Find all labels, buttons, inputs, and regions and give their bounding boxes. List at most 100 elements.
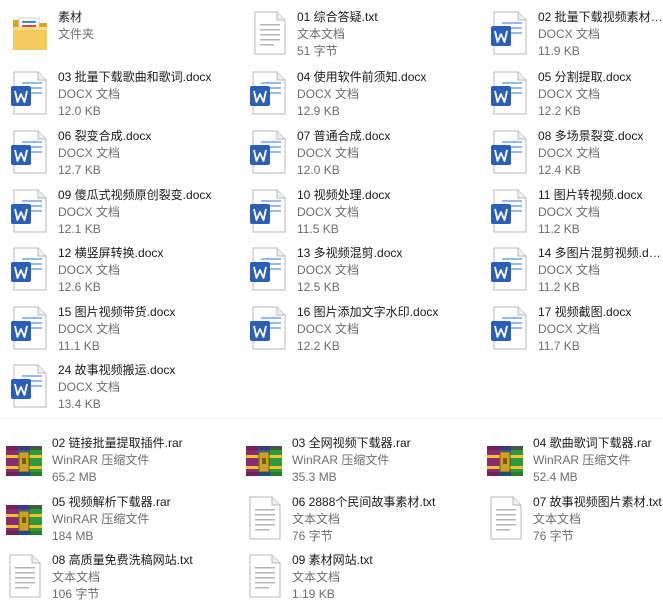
file-item[interactable]: 14 多图片混剪视频.docx DOCX 文档 11.2 KB <box>486 244 663 298</box>
file-details: 17 视频截图.docx DOCX 文档 11.7 KB <box>538 304 663 355</box>
file-item[interactable]: 03 批量下载歌曲和歌词.docx DOCX 文档 12.0 KB <box>6 68 221 122</box>
file-details: 24 故事视频搬运.docx DOCX 文档 13.4 KB <box>58 362 221 413</box>
file-item[interactable]: 03 全网视频下载器.rar WinRAR 压缩文件 35.3 MB <box>240 434 455 488</box>
file-name: 07 普通合成.docx <box>297 129 391 143</box>
file-size: 11.1 KB <box>58 339 100 353</box>
word-doc-icon <box>490 305 530 351</box>
file-item[interactable]: 09 傻瓜式视频原创裂变.docx DOCX 文档 12.1 KB <box>6 186 221 240</box>
file-type: WinRAR 压缩文件 <box>52 512 150 526</box>
file-size: 65.2 MB <box>52 470 97 484</box>
file-type: 文本文档 <box>297 27 346 41</box>
file-item[interactable]: 07 普通合成.docx DOCX 文档 12.0 KB <box>245 127 460 181</box>
file-size: 12.2 KB <box>538 104 581 118</box>
file-item[interactable]: 07 故事视频图片素材.txt 文本文档 76 字节 <box>481 493 663 547</box>
file-type: DOCX 文档 <box>538 146 601 160</box>
file-size: 35.3 MB <box>292 470 337 484</box>
file-type: 文本文档 <box>52 570 101 584</box>
file-item[interactable]: 08 多场景裂变.docx DOCX 文档 12.4 KB <box>486 127 663 181</box>
file-item[interactable]: 09 素材网站.txt 文本文档 1.19 KB <box>240 551 455 605</box>
file-item[interactable]: 10 视频处理.docx DOCX 文档 11.5 KB <box>245 186 460 240</box>
file-size: 52.4 MB <box>533 470 578 484</box>
word-doc-icon <box>249 70 289 116</box>
text-file-icon <box>4 553 44 599</box>
file-item[interactable]: 04 使用软件前须知.docx DOCX 文档 12.9 KB <box>245 68 460 122</box>
word-doc-icon <box>10 305 50 351</box>
file-type: DOCX 文档 <box>58 263 121 277</box>
file-details: 12 横竖屏转换.docx DOCX 文档 12.6 KB <box>58 245 221 296</box>
word-doc-icon <box>249 188 289 234</box>
file-type: WinRAR 压缩文件 <box>52 453 150 467</box>
file-type: DOCX 文档 <box>538 322 601 336</box>
file-size: 51 字节 <box>297 44 338 58</box>
file-details: 07 普通合成.docx DOCX 文档 12.0 KB <box>297 128 460 179</box>
file-type: DOCX 文档 <box>58 146 121 160</box>
file-item[interactable]: 02 链接批量提取插件.rar WinRAR 压缩文件 65.2 MB <box>0 434 215 488</box>
file-type: DOCX 文档 <box>58 87 121 101</box>
file-name: 13 多视频混剪.docx <box>297 246 403 260</box>
file-item[interactable]: 17 视频截图.docx DOCX 文档 11.7 KB <box>486 303 663 357</box>
file-item[interactable]: 06 2888个民间故事素材.txt 文本文档 76 字节 <box>240 493 455 547</box>
file-size: 13.4 KB <box>58 397 101 411</box>
file-name: 24 故事视频搬运.docx <box>58 363 176 377</box>
file-size: 12.5 KB <box>297 280 340 294</box>
file-name: 08 高质量免费洗稿网站.txt <box>52 553 193 567</box>
file-size: 1.19 KB <box>292 587 335 601</box>
file-name: 07 故事视频图片素材.txt <box>533 495 662 509</box>
file-name: 10 视频处理.docx <box>297 188 391 202</box>
file-name: 11 图片转视频.docx <box>538 188 643 202</box>
file-type: DOCX 文档 <box>297 205 360 219</box>
file-item[interactable]: 08 高质量免费洗稿网站.txt 文本文档 106 字节 <box>0 551 215 605</box>
file-name: 16 图片添加文字水印.docx <box>297 305 439 319</box>
file-name: 04 歌曲歌词下载器.rar <box>533 436 652 450</box>
file-item[interactable]: 素材 文件夹 <box>6 8 221 62</box>
file-type: DOCX 文档 <box>297 322 360 336</box>
file-item[interactable]: 04 歌曲歌词下载器.rar WinRAR 压缩文件 52.4 MB <box>481 434 663 488</box>
winrar-archive-icon <box>485 436 525 482</box>
file-type: 文本文档 <box>533 512 582 526</box>
word-doc-icon <box>10 70 50 116</box>
file-item[interactable]: 13 多视频混剪.docx DOCX 文档 12.5 KB <box>245 244 460 298</box>
file-type: WinRAR 压缩文件 <box>292 453 390 467</box>
file-name: 09 傻瓜式视频原创裂变.docx <box>58 188 212 202</box>
file-name: 03 批量下载歌曲和歌词.docx <box>58 70 212 84</box>
file-type: DOCX 文档 <box>58 322 121 336</box>
file-details: 06 裂变合成.docx DOCX 文档 12.7 KB <box>58 128 221 179</box>
file-details: 06 2888个民间故事素材.txt 文本文档 76 字节 <box>292 494 455 545</box>
file-item[interactable]: 24 故事视频搬运.docx DOCX 文档 13.4 KB <box>6 361 221 415</box>
file-item[interactable]: 05 分割提取.docx DOCX 文档 12.2 KB <box>486 68 663 122</box>
file-type: WinRAR 压缩文件 <box>533 453 631 467</box>
file-type: 文件夹 <box>58 27 95 41</box>
file-details: 02 批量下载视频素材.docx DOCX 文档 11.9 KB <box>538 9 663 60</box>
file-item[interactable]: 02 批量下载视频素材.docx DOCX 文档 11.9 KB <box>486 8 663 62</box>
file-details: 03 全网视频下载器.rar WinRAR 压缩文件 35.3 MB <box>292 435 455 486</box>
file-name: 09 素材网站.txt <box>292 553 373 567</box>
word-doc-icon <box>249 129 289 175</box>
file-item[interactable]: 11 图片转视频.docx DOCX 文档 11.2 KB <box>486 186 663 240</box>
file-details: 02 链接批量提取插件.rar WinRAR 压缩文件 65.2 MB <box>52 435 215 486</box>
file-type: DOCX 文档 <box>58 205 121 219</box>
file-item[interactable]: 15 图片视频带货.docx DOCX 文档 11.1 KB <box>6 303 221 357</box>
file-item[interactable]: 12 横竖屏转换.docx DOCX 文档 12.6 KB <box>6 244 221 298</box>
file-size: 184 MB <box>52 529 94 543</box>
file-details: 11 图片转视频.docx DOCX 文档 11.2 KB <box>538 187 663 238</box>
file-size: 12.1 KB <box>58 222 101 236</box>
file-item[interactable]: 16 图片添加文字水印.docx DOCX 文档 12.2 KB <box>245 303 460 357</box>
file-name: 15 图片视频带货.docx <box>58 305 176 319</box>
winrar-archive-icon <box>4 436 44 482</box>
file-details: 07 故事视频图片素材.txt 文本文档 76 字节 <box>533 494 663 545</box>
file-item[interactable]: 06 裂变合成.docx DOCX 文档 12.7 KB <box>6 127 221 181</box>
word-doc-icon <box>490 246 530 292</box>
file-type: DOCX 文档 <box>297 87 360 101</box>
file-item[interactable]: 01 综合答疑.txt 文本文档 51 字节 <box>245 8 460 62</box>
file-details: 04 歌曲歌词下载器.rar WinRAR 压缩文件 52.4 MB <box>533 435 663 486</box>
file-size: 12.2 KB <box>297 339 340 353</box>
text-file-icon <box>485 495 525 541</box>
file-name: 01 综合答疑.txt <box>297 10 378 24</box>
file-size: 12.0 KB <box>58 104 101 118</box>
file-type: DOCX 文档 <box>538 205 601 219</box>
file-name: 06 2888个民间故事素材.txt <box>292 495 436 509</box>
file-item[interactable]: 05 视频解析下载器.rar WinRAR 压缩文件 184 MB <box>0 493 215 547</box>
file-name: 06 裂变合成.docx <box>58 129 152 143</box>
file-details: 03 批量下载歌曲和歌词.docx DOCX 文档 12.0 KB <box>58 69 221 120</box>
file-name: 08 多场景裂变.docx <box>538 129 644 143</box>
